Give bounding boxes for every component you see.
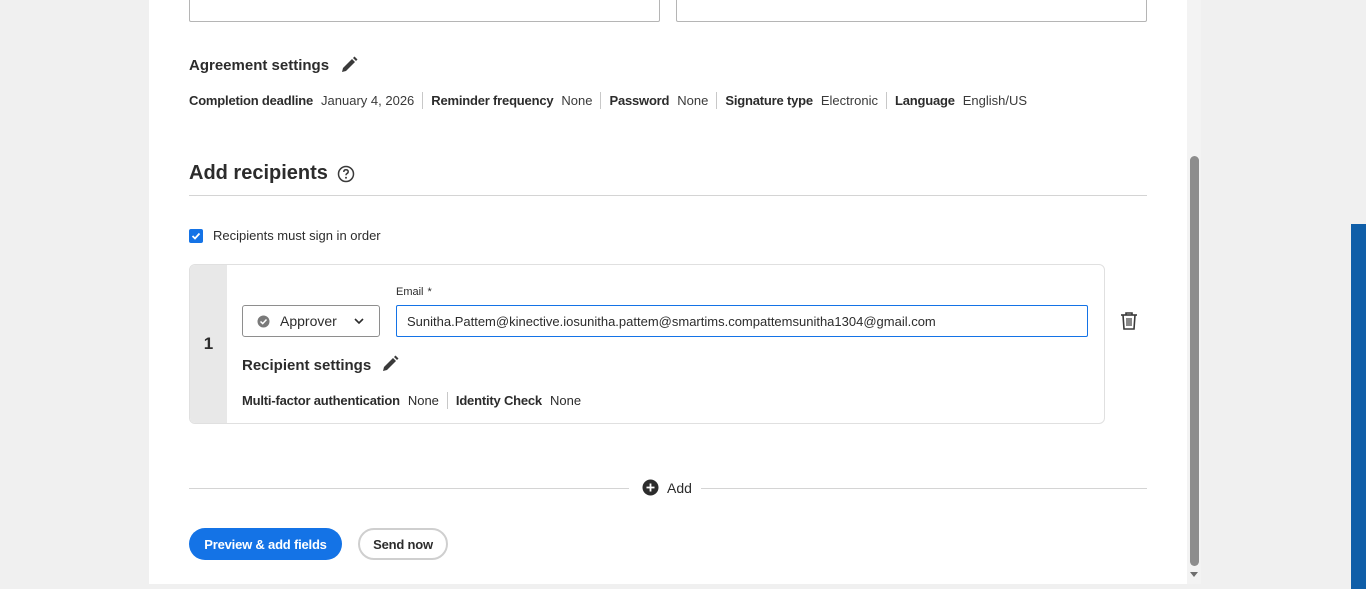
role-dropdown[interactable]: Approver <box>242 305 380 337</box>
top-left-field[interactable] <box>189 0 660 22</box>
setting-completion-deadline: Completion deadline January 4, 2026 <box>189 93 415 108</box>
setting-password: Password None <box>600 92 716 109</box>
top-right-field[interactable] <box>676 0 1147 22</box>
setting-reminder-frequency: Reminder frequency None <box>422 92 600 109</box>
chevron-down-icon <box>354 318 364 325</box>
section-divider <box>189 195 1147 196</box>
setting-language: Language English/US <box>885 92 1035 109</box>
add-divider-right <box>701 488 1147 489</box>
recipient-card: 1 Approver Email* Recipient settings Mul… <box>189 264 1105 424</box>
question-circle-icon[interactable] <box>337 165 355 183</box>
send-now-button[interactable]: Send now <box>358 528 448 560</box>
main-panel: Agreement settings Completion deadline J… <box>149 0 1187 584</box>
scrollbar-thumb[interactable] <box>1190 156 1199 566</box>
side-panel-strip <box>1351 224 1366 589</box>
scroll-down-arrow-icon[interactable] <box>1189 571 1199 579</box>
required-mark: * <box>427 286 432 298</box>
role-value: Approver <box>280 313 337 329</box>
preview-add-fields-button[interactable]: Preview & add fields <box>189 528 342 560</box>
checkmark-icon <box>191 232 201 240</box>
add-recipient-button[interactable]: Add <box>642 479 692 496</box>
sign-in-order-label: Recipients must sign in order <box>213 228 381 243</box>
recipient-number: 1 <box>190 265 227 423</box>
recipient-settings-title: Recipient settings <box>242 357 372 374</box>
agreement-settings-title: Agreement settings <box>189 57 330 74</box>
sign-in-order-checkbox[interactable] <box>189 229 203 243</box>
pencil-icon[interactable] <box>340 56 358 74</box>
add-recipients-title: Add recipients <box>189 162 328 184</box>
recipient-settings-row: Multi-factor authentication None Identit… <box>242 392 589 409</box>
setting-identity-check: Identity Check None <box>446 392 589 409</box>
add-divider-left <box>189 488 629 489</box>
plus-circle-icon <box>642 479 659 496</box>
agreement-settings-row: Completion deadline January 4, 2026 Remi… <box>189 92 1035 109</box>
check-circle-icon <box>257 315 270 327</box>
pencil-icon[interactable] <box>381 355 399 373</box>
email-input[interactable] <box>396 305 1088 337</box>
email-label: Email * <box>396 286 432 298</box>
setting-mfa: Multi-factor authentication None <box>242 393 439 408</box>
trash-icon[interactable] <box>1120 311 1138 331</box>
setting-signature-type: Signature type Electronic <box>716 92 886 109</box>
